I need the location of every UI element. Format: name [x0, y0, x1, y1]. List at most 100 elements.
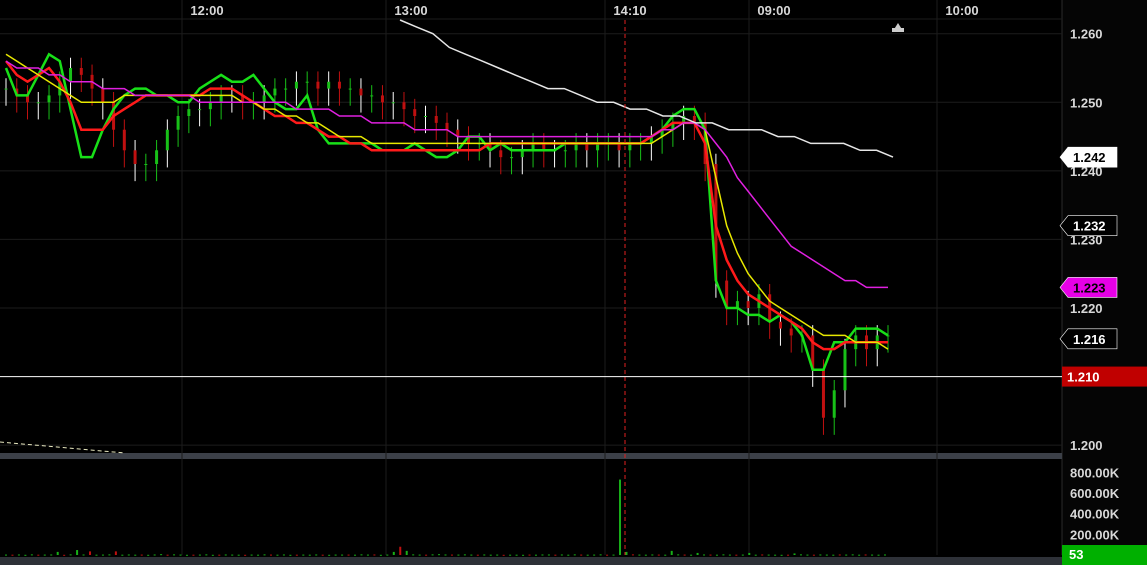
volume-tick-label: 600.00K: [1070, 486, 1120, 501]
volume-bar: [599, 554, 602, 556]
volume-bar: [24, 554, 27, 556]
volume-bar: [812, 554, 815, 556]
volume-bar: [405, 550, 408, 555]
volume-bar: [373, 554, 376, 556]
candle-body: [187, 109, 191, 116]
volume-bar: [515, 554, 518, 556]
candle-body: [359, 88, 363, 96]
volume-bar: [69, 554, 72, 556]
candle-body: [155, 150, 159, 164]
volume-bar: [825, 554, 828, 556]
candle-body: [445, 122, 449, 130]
candlestick-chart[interactable]: 12:00 13:00 14:10 09:00 10:001.2601.2501.240…: [0, 0, 1147, 565]
candle-body: [294, 81, 298, 89]
volume-bar: [858, 554, 861, 556]
volume-bar: [140, 554, 143, 556]
candle-body: [402, 102, 406, 110]
volume-bar: [334, 554, 337, 556]
volume-bar: [379, 554, 382, 556]
volume-bar: [166, 554, 169, 556]
price-tag-label: 1.232: [1073, 219, 1106, 234]
volume-bar: [30, 554, 33, 556]
volume-bar: [703, 554, 706, 556]
volume-bar: [722, 554, 725, 556]
candle-body: [413, 109, 417, 116]
volume-bar: [754, 554, 757, 556]
x-tick-label: 12:00: [190, 3, 223, 18]
volume-bar: [457, 554, 460, 556]
volume-bar: [631, 554, 634, 556]
candle-body: [778, 321, 782, 329]
candle-body: [273, 88, 277, 96]
volume-bar: [399, 546, 402, 555]
candle-body: [133, 150, 137, 164]
volume-bar: [89, 551, 92, 555]
volume-bar: [586, 554, 589, 556]
volume-bar: [728, 554, 731, 556]
horizontal-scrollbar[interactable]: [0, 557, 1062, 565]
volume-bar: [580, 554, 583, 556]
volume-bar: [257, 554, 260, 556]
volume-bar: [799, 554, 802, 556]
volume-bar: [709, 554, 712, 556]
volume-bar: [269, 554, 272, 556]
volume-bar: [205, 554, 208, 556]
chart-background: [0, 0, 1147, 565]
volume-tick-label: 800.00K: [1070, 465, 1120, 480]
candle-body: [165, 129, 169, 151]
volume-tick-label: 400.00K: [1070, 507, 1120, 522]
volume-bar: [50, 554, 53, 556]
volume-bar: [470, 554, 473, 556]
volume-bar: [11, 554, 14, 556]
volume-bar: [522, 554, 525, 556]
volume-bar: [153, 554, 156, 556]
x-tick-label: 13:00: [394, 3, 427, 18]
volume-bar: [114, 551, 117, 555]
volume-bar: [360, 554, 363, 556]
volume-bar: [877, 554, 880, 556]
volume-bar: [554, 554, 557, 556]
candle-body: [348, 88, 352, 90]
volume-bar: [806, 554, 809, 556]
volume-bar: [489, 554, 492, 556]
volume-bar: [295, 554, 298, 556]
volume-bar: [670, 550, 673, 555]
price-tag-label: 1.242: [1073, 150, 1106, 165]
x-tick-label: 14:10: [613, 3, 646, 18]
volume-bar: [606, 554, 609, 556]
volume-bar: [43, 554, 46, 556]
volume-bar: [683, 554, 686, 556]
y-tick-label: 1.220: [1070, 301, 1103, 316]
volume-bar: [761, 554, 764, 556]
candle-body: [391, 102, 395, 104]
volume-bar: [173, 554, 176, 556]
candle-body: [198, 109, 202, 111]
candle-body: [832, 390, 836, 418]
volume-bar: [315, 554, 318, 556]
volume-bar: [108, 554, 111, 556]
candle-body: [4, 88, 8, 90]
volume-bar: [5, 554, 7, 556]
candle-body: [499, 150, 503, 158]
volume-bar: [95, 554, 98, 556]
volume-bar: [832, 554, 835, 556]
volume-bar: [160, 554, 163, 556]
panel-splitter[interactable]: [0, 453, 1062, 459]
volume-bar: [366, 554, 369, 556]
y-tick-label: 1.200: [1070, 438, 1103, 453]
candle-body: [144, 164, 148, 165]
volume-bar: [56, 551, 59, 555]
volume-bar: [147, 554, 150, 556]
candle-body: [423, 116, 427, 117]
volume-bar: [450, 554, 453, 556]
candle-body: [208, 102, 212, 110]
volume-tick-label: 200.00K: [1070, 527, 1120, 542]
volume-bar: [431, 554, 434, 556]
volume-bar: [244, 554, 247, 556]
volume-bar: [567, 554, 570, 556]
volume-bar: [347, 554, 350, 556]
volume-bar: [302, 554, 305, 556]
volume-bar: [76, 550, 79, 555]
volume-bar: [463, 554, 466, 556]
volume-bar: [612, 554, 615, 556]
